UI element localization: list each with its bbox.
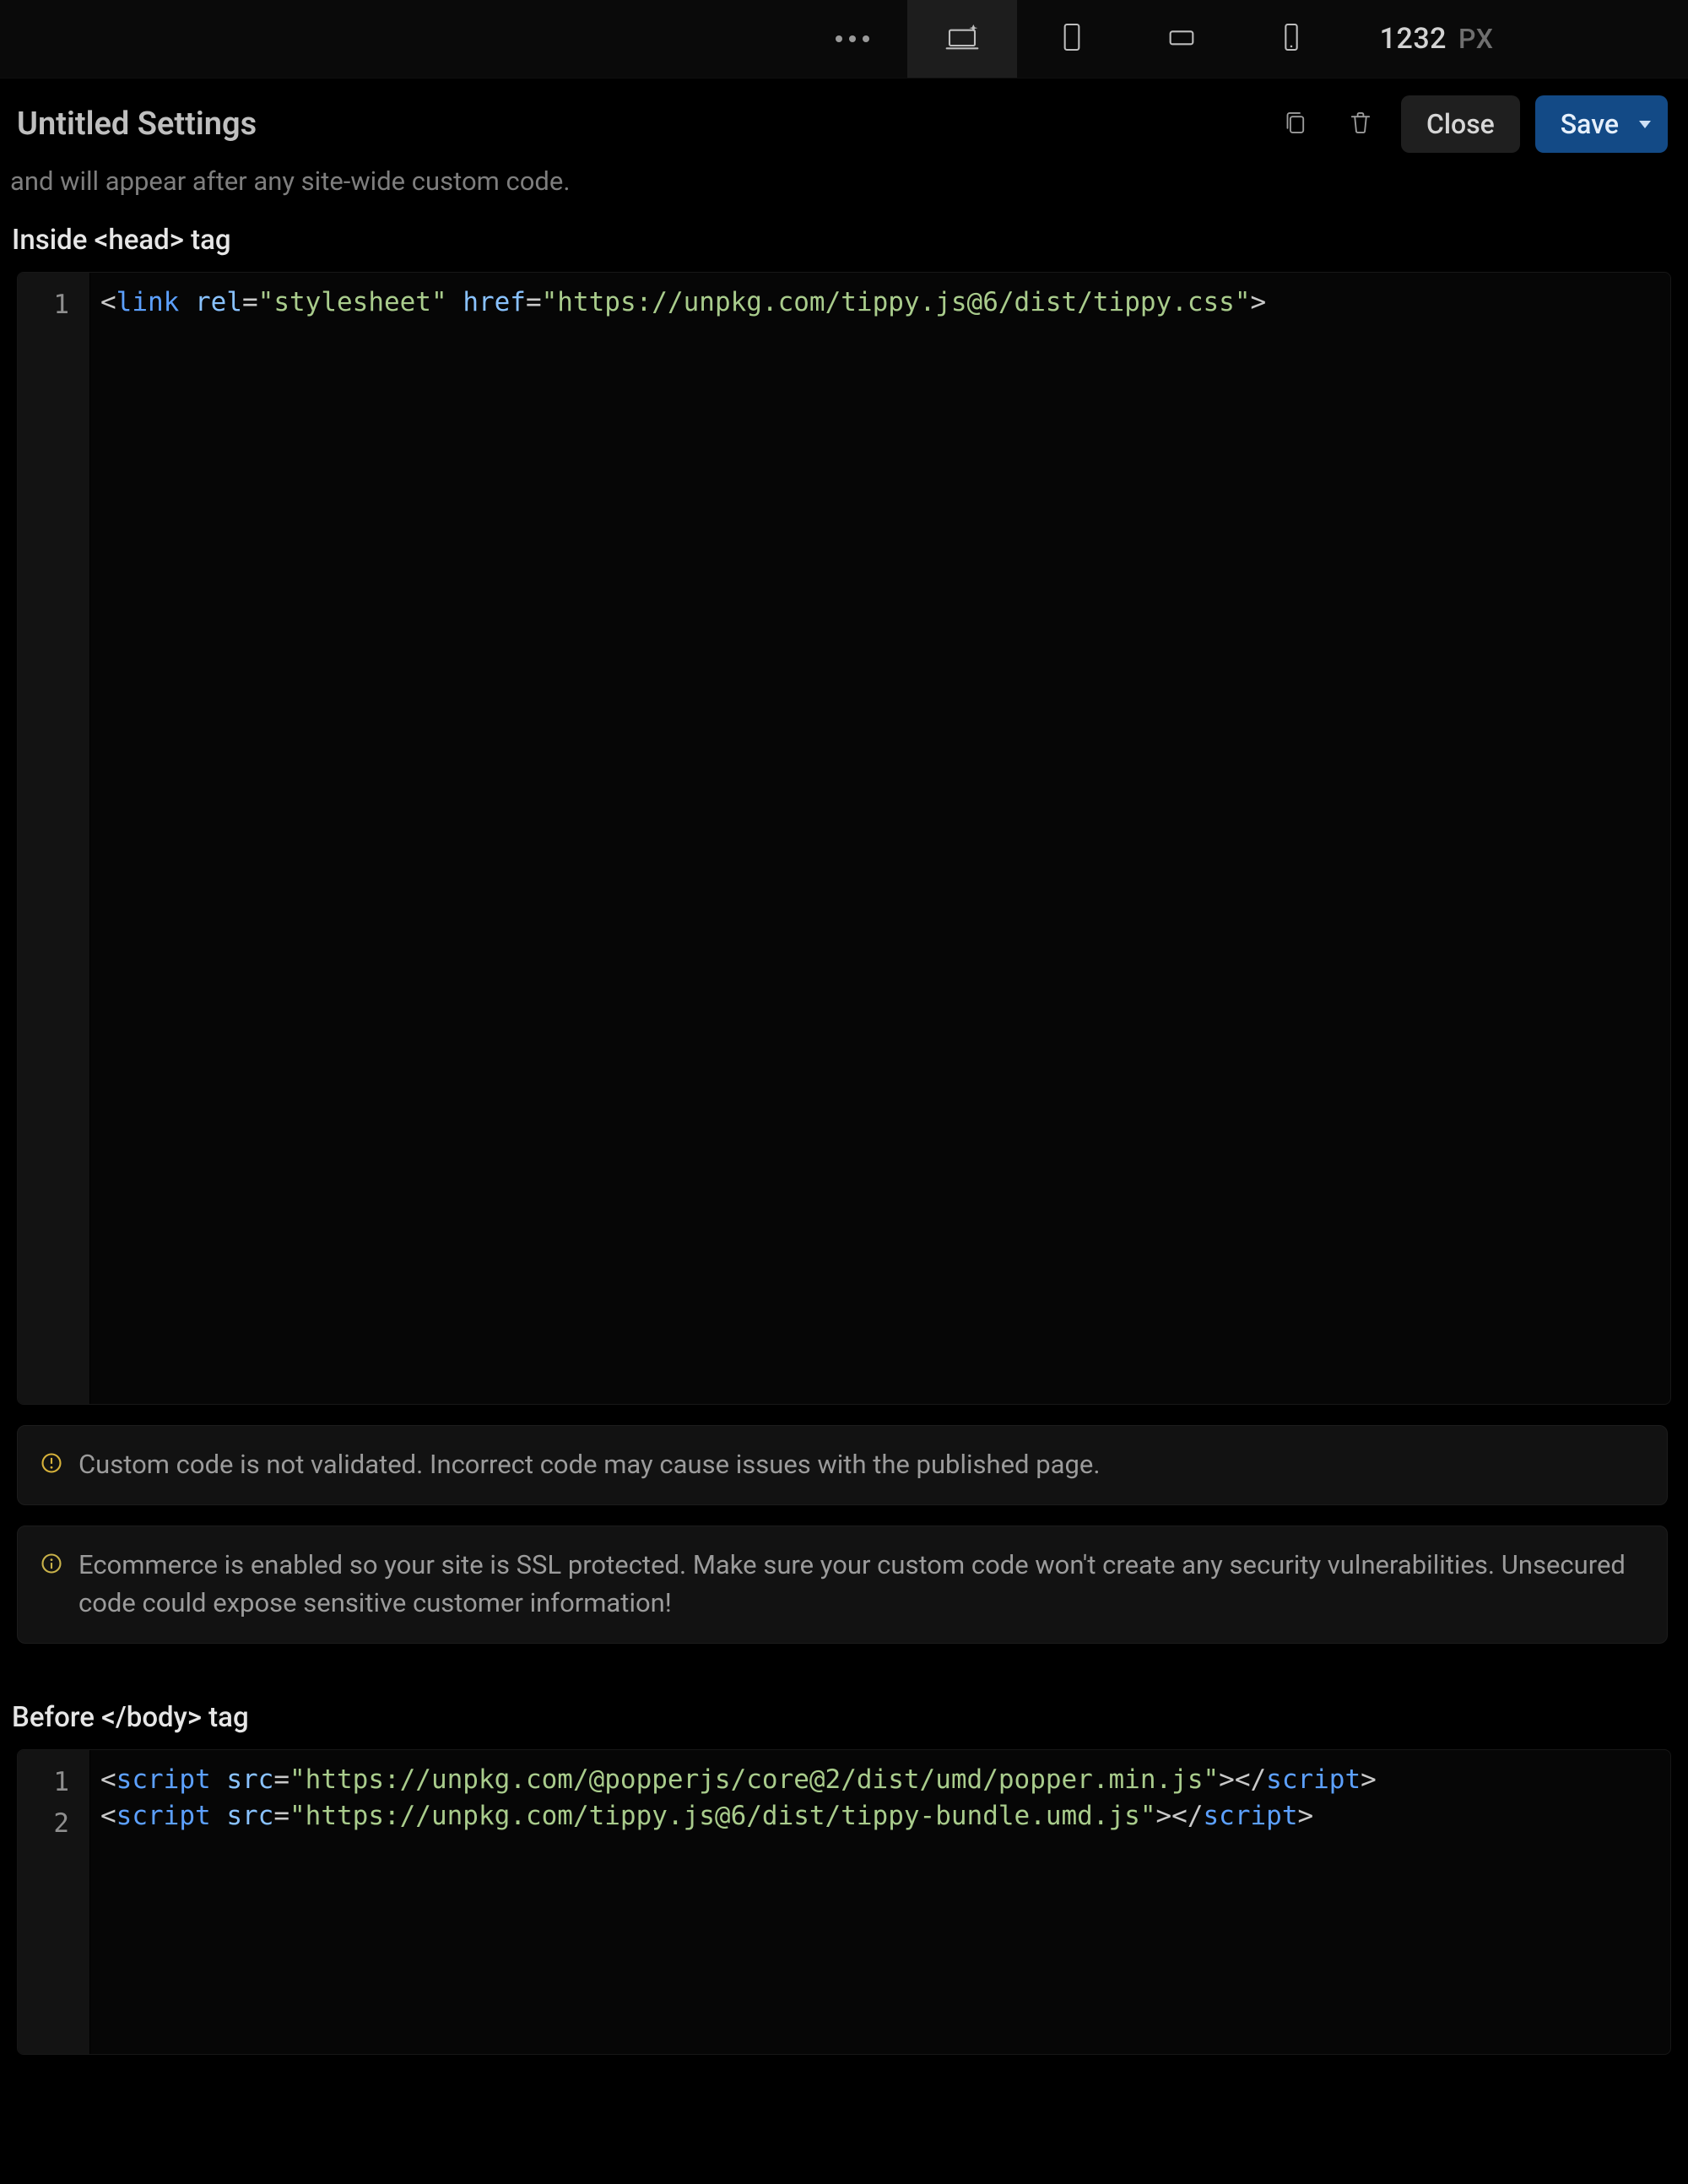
desktop-star-icon [945,20,979,57]
viewport-width-value[interactable]: 1232 [1380,22,1447,56]
page-header: Untitled Settings Close Save [0,79,1688,160]
breakpoint-desktop-button[interactable] [907,0,1017,78]
viewport-toolbar: 1232 PX [0,0,1688,79]
section-label-head: Inside <head> tag [0,224,1688,272]
code-editor-body[interactable]: 12 <script src="https://unpkg.com/@poppe… [17,1749,1671,2055]
tablet-landscape-icon [1165,20,1198,57]
viewport-width-display: 1232 PX [1380,22,1494,56]
chevron-down-icon [1639,121,1651,128]
code-area[interactable]: <link rel="stylesheet" href="https://unp… [90,273,1670,1404]
line-gutter: 1 [18,273,90,1404]
description-text: and will appear after any site-wide cust… [0,160,1688,224]
mobile-icon [1274,20,1308,57]
header-actions: Close Save [1269,95,1668,153]
close-button-label: Close [1426,108,1495,140]
ellipsis-icon [836,35,869,42]
more-options-button[interactable] [798,0,907,78]
ssl-info: Ecommerce is enabled so your site is SSL… [17,1526,1668,1644]
breakpoint-mobile-button[interactable] [1236,0,1346,78]
breakpoint-landscape-button[interactable] [1127,0,1236,78]
breakpoint-tablet-button[interactable] [1017,0,1127,78]
section-label-body: Before </body> tag [0,1701,1688,1749]
tablet-portrait-icon [1055,20,1089,57]
delete-button[interactable] [1335,99,1386,149]
validation-warning-text: Custom code is not validated. Incorrect … [78,1446,1101,1484]
close-button[interactable]: Close [1401,95,1520,153]
save-button-label: Save [1561,108,1619,140]
code-area[interactable]: <script src="https://unpkg.com/@popperjs… [90,1750,1670,2054]
warning-icon [40,1446,63,1478]
info-icon [40,1547,63,1579]
viewport-width-unit: PX [1458,23,1494,55]
save-button[interactable]: Save [1535,95,1668,153]
copy-button[interactable] [1269,99,1320,149]
ssl-info-text: Ecommerce is enabled so your site is SSL… [78,1547,1645,1623]
page-title: Untitled Settings [17,106,257,143]
code-editor-head[interactable]: 1 <link rel="stylesheet" href="https://u… [17,272,1671,1405]
validation-warning: Custom code is not validated. Incorrect … [17,1425,1668,1505]
trash-icon [1346,108,1375,140]
copy-icon [1280,108,1309,140]
line-gutter: 12 [18,1750,90,2054]
